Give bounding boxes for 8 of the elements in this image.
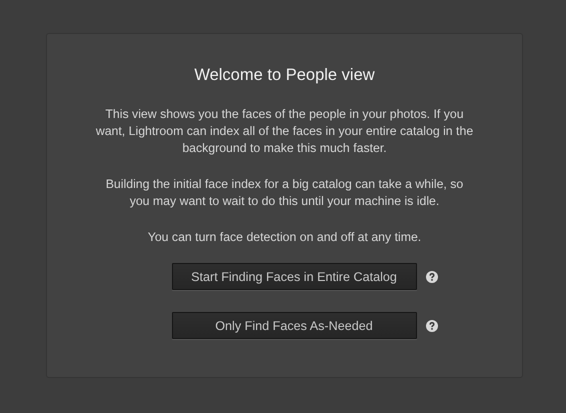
panel-title: Welcome to People view [194, 65, 375, 85]
info-paragraph: You can turn face detection on and off at any time. [146, 229, 422, 246]
info-paragraph: Building the initial face index for a big catalog can take a while, so you may want to wait to do this until your machine is idle. [104, 176, 464, 210]
help-icon[interactable] [426, 320, 438, 332]
info-paragraph: This view shows you the faces of the people in your photos. If you want, Lightroom can index all of the faces in your entire catalog in the background to make this much faster. [96, 106, 474, 157]
action-button[interactable]: Start Finding Faces in Entire Catalog [172, 263, 416, 290]
help-icon[interactable] [426, 270, 438, 282]
action-button[interactable]: Only Find Faces As-Needed [172, 312, 416, 339]
